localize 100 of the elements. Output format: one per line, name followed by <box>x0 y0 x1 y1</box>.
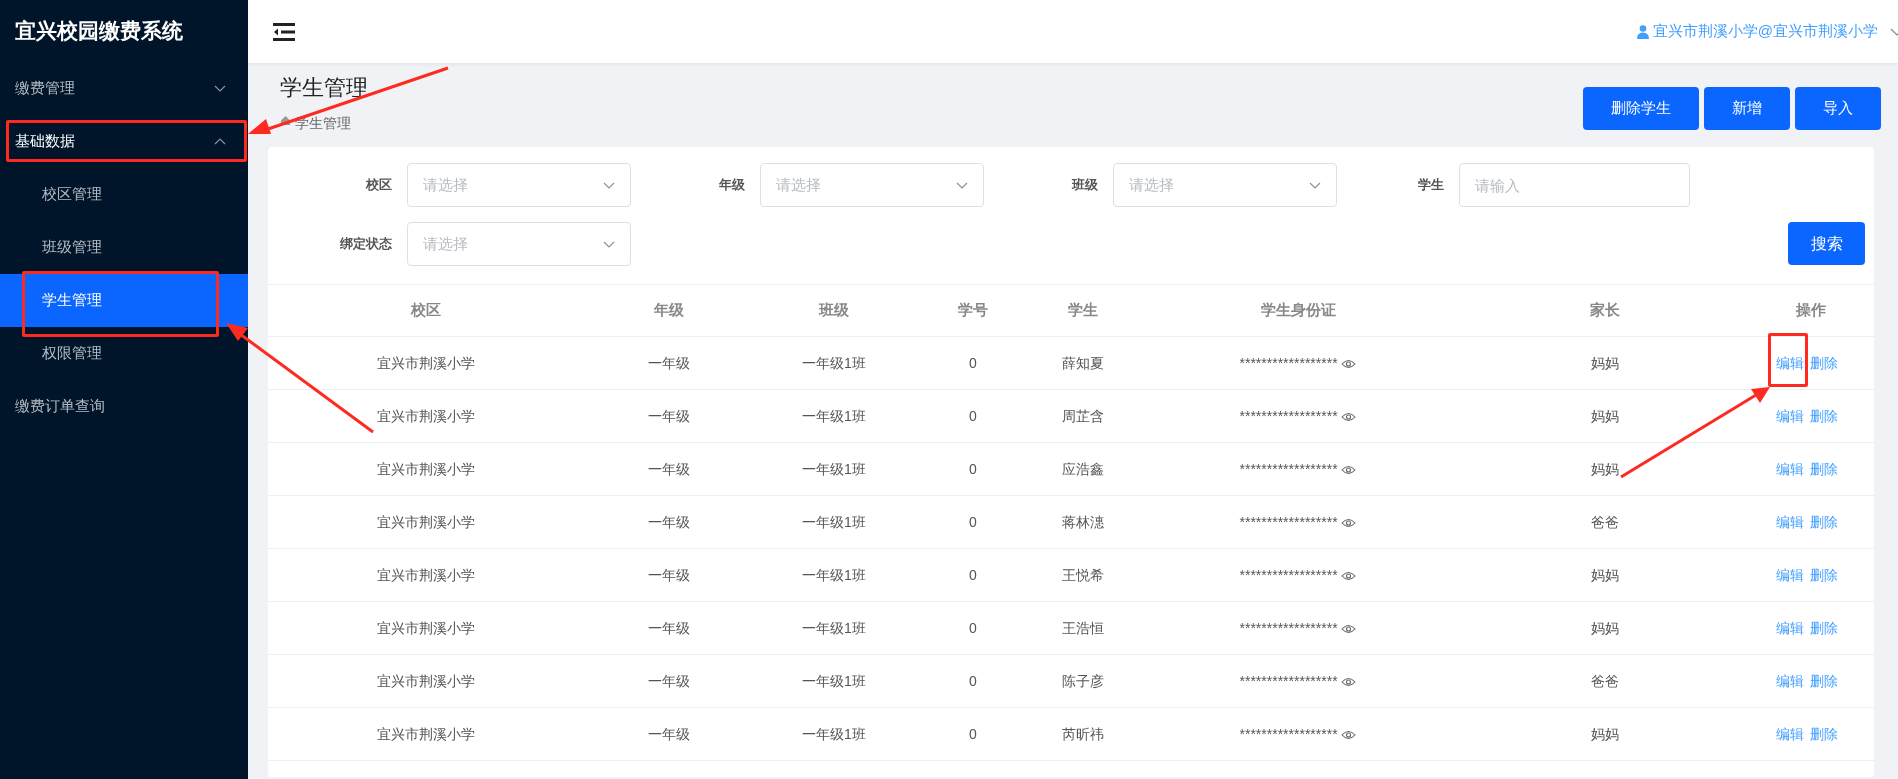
row-action-link[interactable]: 删除 <box>1810 514 1838 530</box>
input-field[interactable]: 请输入 <box>1459 163 1690 207</box>
search-button[interactable]: 搜索 <box>1788 222 1865 265</box>
table-cell: 0 <box>969 619 977 636</box>
sidebar-submenu-item[interactable]: 班级管理 <box>0 221 248 274</box>
filter-label: 班级 <box>1070 176 1098 195</box>
table-cell: 陈子彦 <box>1062 672 1104 689</box>
table-cell: 一年级 <box>648 566 690 583</box>
select-field[interactable]: 请选择 <box>759 163 984 207</box>
column-header: 校区 <box>268 284 584 337</box>
row-action-link[interactable]: 编辑 <box>1776 726 1804 742</box>
chevron-up-icon <box>214 138 226 145</box>
row-action-link[interactable]: 删除 <box>1810 620 1838 636</box>
sidebar-submenu-item[interactable]: 权限管理 <box>0 327 248 380</box>
table-cell: ****************** <box>1239 407 1338 424</box>
eye-icon[interactable] <box>1341 729 1357 740</box>
table-cell: 薛知夏 <box>1062 354 1104 371</box>
table-cell: 0 <box>969 407 977 424</box>
table-cell: 宜兴市荆溪小学 <box>377 354 475 371</box>
column-header: 年级 <box>584 284 754 337</box>
page-title: 学生管理 <box>280 74 368 102</box>
row-action-link[interactable]: 编辑 <box>1776 673 1804 689</box>
eye-icon[interactable] <box>1341 464 1357 475</box>
select-field[interactable]: 请选择 <box>406 222 631 266</box>
table-cell: 宜兴市荆溪小学 <box>377 407 475 424</box>
action-button[interactable]: 新增 <box>1704 87 1790 130</box>
row-action-link[interactable]: 删除 <box>1810 673 1838 689</box>
table-cell: 一年级 <box>648 672 690 689</box>
sidebar-menu-item[interactable]: 基础数据 <box>0 115 248 168</box>
filter-label: 校区 <box>364 176 392 195</box>
row-action-link[interactable]: 删除 <box>1810 408 1838 424</box>
table-cell: 一年级1班 <box>802 354 866 371</box>
column-header: 学号 <box>914 284 1032 337</box>
table-cell: ****************** <box>1239 566 1338 583</box>
table-cell: 宜兴市荆溪小学 <box>377 619 475 636</box>
user-account-link[interactable]: 宜兴市荆溪小学@宜兴市荆溪小学 <box>1652 20 1878 43</box>
row-action-link[interactable]: 删除 <box>1810 567 1838 583</box>
row-action-link[interactable]: 编辑 <box>1776 567 1804 583</box>
eye-icon[interactable] <box>1341 676 1357 687</box>
row-action-link[interactable]: 删除 <box>1810 461 1838 477</box>
eye-icon[interactable] <box>1341 570 1357 581</box>
table-cell: 一年级 <box>648 407 690 424</box>
table-cell: 一年级1班 <box>802 619 866 636</box>
chevron-down-icon <box>603 181 615 189</box>
row-action-link[interactable]: 删除 <box>1810 726 1838 742</box>
select-field[interactable]: 请选择 <box>1112 163 1337 207</box>
chevron-down-icon <box>214 85 226 92</box>
row-action-link[interactable]: 编辑 <box>1776 620 1804 636</box>
action-button[interactable]: 导入 <box>1795 87 1881 130</box>
table-cell: 宜兴市荆溪小学 <box>377 725 475 742</box>
row-action-link[interactable]: 编辑 <box>1776 355 1804 371</box>
table-cell: 一年级1班 <box>802 725 866 742</box>
table-cell: 宜兴市荆溪小学 <box>377 566 475 583</box>
home-icon <box>280 115 291 126</box>
select-field[interactable]: 请选择 <box>406 163 631 207</box>
table-cell: 芮昕祎 <box>1062 725 1104 742</box>
table-cell: 王浩恒 <box>1062 619 1104 636</box>
eye-icon[interactable] <box>1341 623 1357 634</box>
table-cell: 爸爸 <box>1591 672 1619 689</box>
menu-collapse-icon[interactable] <box>273 22 295 41</box>
table-cell: ****************** <box>1239 725 1338 742</box>
table-cell: 妈妈 <box>1591 725 1619 742</box>
table-cell: 0 <box>969 513 977 530</box>
eye-icon[interactable] <box>1341 358 1357 369</box>
sidebar-submenu-item[interactable]: 学生管理 <box>0 274 248 327</box>
action-button[interactable]: 删除学生 <box>1583 87 1699 130</box>
table-cell: 0 <box>969 725 977 742</box>
column-header: 班级 <box>754 284 914 337</box>
filter-label: 学生 <box>1417 176 1444 195</box>
row-action-link[interactable]: 编辑 <box>1776 514 1804 530</box>
column-header: 操作 <box>1748 284 1874 337</box>
eye-icon[interactable] <box>1341 411 1357 422</box>
chevron-down-icon <box>603 240 615 248</box>
table-cell: 宜兴市荆溪小学 <box>377 672 475 689</box>
column-header: 学生身份证 <box>1134 284 1462 337</box>
filter-label: 年级 <box>717 176 745 195</box>
table-cell: 应浩鑫 <box>1062 460 1104 477</box>
table-cell: ****************** <box>1239 672 1338 689</box>
table-cell: 宜兴市荆溪小学 <box>377 460 475 477</box>
row-action-link[interactable]: 删除 <box>1810 355 1838 371</box>
table-cell: 妈妈 <box>1591 460 1619 477</box>
table-cell: 0 <box>969 460 977 477</box>
sidebar-menu-item[interactable]: 缴费管理 <box>0 62 248 115</box>
table-cell: 一年级1班 <box>802 566 866 583</box>
table-cell: 妈妈 <box>1591 566 1619 583</box>
table-cell: 0 <box>969 672 977 689</box>
user-icon <box>1636 24 1649 39</box>
row-action-link[interactable]: 编辑 <box>1776 408 1804 424</box>
table-cell: 一年级1班 <box>802 513 866 530</box>
filter-label: 绑定状态 <box>338 235 392 254</box>
row-action-link[interactable]: 编辑 <box>1776 461 1804 477</box>
app-title: 宜兴校园缴费系统 <box>14 18 184 45</box>
table-cell: 一年级 <box>648 460 690 477</box>
sidebar-menu-item[interactable]: 缴费订单查询 <box>0 380 248 433</box>
eye-icon[interactable] <box>1341 517 1357 528</box>
table-cell: 0 <box>969 566 977 583</box>
sidebar-submenu-item[interactable]: 校区管理 <box>0 168 248 221</box>
table-cell: 一年级 <box>648 619 690 636</box>
chevron-down-icon <box>956 181 968 189</box>
table-cell: ****************** <box>1239 460 1338 477</box>
